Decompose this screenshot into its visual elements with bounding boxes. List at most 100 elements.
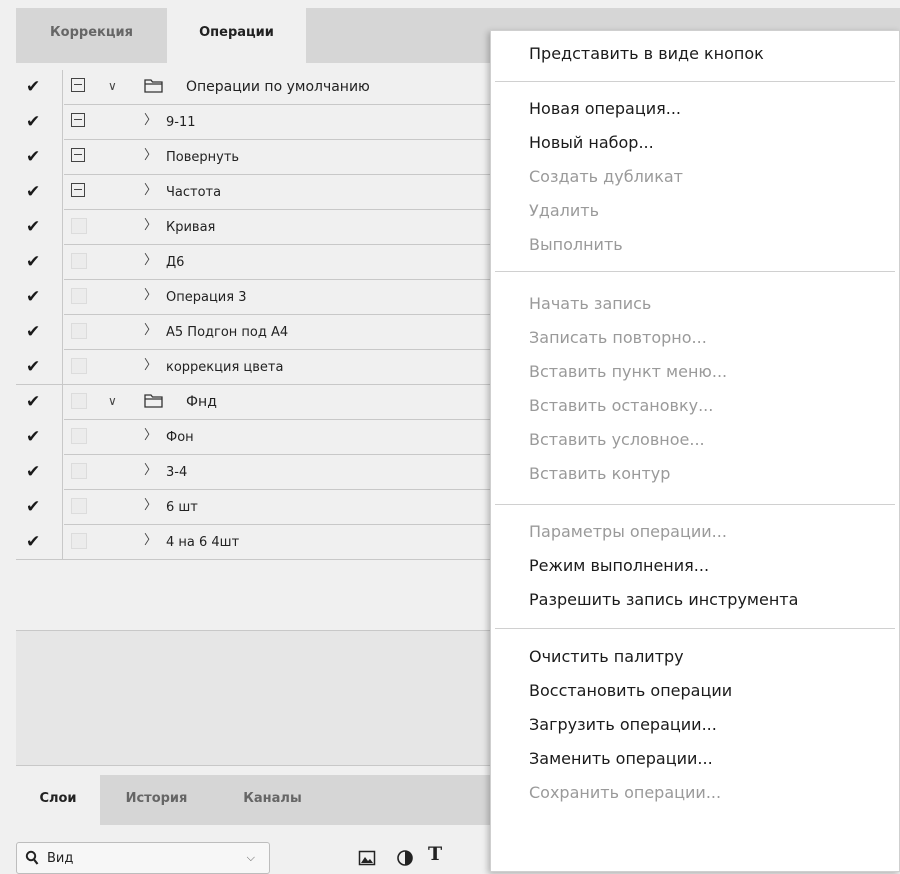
menu-item: Вставить пункт меню... bbox=[529, 362, 728, 381]
image-filter-icon[interactable] bbox=[358, 849, 376, 867]
actions-panel-menu: Представить в виде кнопок Новая операция.… bbox=[490, 30, 900, 872]
action-label: А5 Подгон под А4 bbox=[166, 325, 289, 340]
action-row[interactable]: ✔ 〉 9-11 bbox=[16, 105, 496, 140]
column-divider bbox=[62, 280, 63, 315]
adjustment-filter-icon[interactable] bbox=[396, 849, 414, 867]
action-row[interactable]: ✔ 〉 Операция 3 bbox=[16, 280, 496, 315]
chevron-down-icon[interactable]: ∨ bbox=[108, 391, 117, 411]
chevron-right-icon[interactable]: 〉 bbox=[144, 426, 157, 446]
tab-layers[interactable]: Слои bbox=[16, 775, 100, 825]
column-divider bbox=[62, 140, 63, 175]
toggle-check-icon[interactable]: ✔ bbox=[26, 287, 40, 307]
dialog-toggle-empty[interactable] bbox=[71, 288, 87, 304]
action-row[interactable]: ✔ 〉 Д6 bbox=[16, 245, 496, 280]
menu-item[interactable]: Загрузить операции... bbox=[529, 714, 717, 736]
toggle-check-icon[interactable]: ✔ bbox=[26, 497, 40, 517]
toggle-check-icon[interactable]: ✔ bbox=[26, 112, 40, 132]
action-row[interactable]: ✔ 〉 6 шт bbox=[16, 490, 496, 525]
action-row[interactable]: ✔ 〉 3-4 bbox=[16, 455, 496, 490]
column-divider bbox=[62, 350, 63, 385]
chevron-right-icon[interactable]: 〉 bbox=[144, 216, 157, 236]
action-row[interactable]: ✔ 〉 Частота bbox=[16, 175, 496, 210]
column-divider bbox=[62, 70, 63, 105]
action-row[interactable]: ✔ 〉 коррекция цвета bbox=[16, 350, 496, 385]
toggle-check-icon[interactable]: ✔ bbox=[26, 427, 40, 447]
action-label: Повернуть bbox=[166, 150, 240, 165]
column-divider bbox=[62, 315, 63, 350]
toggle-check-icon[interactable]: ✔ bbox=[26, 322, 40, 342]
toggle-check-icon[interactable]: ✔ bbox=[26, 147, 40, 167]
action-set-row[interactable]: ✔ ∨ Фнд bbox=[16, 385, 496, 420]
chevron-right-icon[interactable]: 〉 bbox=[144, 461, 157, 481]
tab-history[interactable]: История bbox=[100, 775, 213, 825]
menu-item: Сохранить операции... bbox=[529, 783, 722, 802]
action-set-row[interactable]: ✔ ∨ Операции по умолчанию bbox=[16, 70, 496, 105]
toggle-check-icon[interactable]: ✔ bbox=[26, 357, 40, 377]
chevron-down-icon[interactable]: ∨ bbox=[108, 76, 117, 96]
type-filter-icon[interactable]: T bbox=[428, 843, 446, 865]
row-divider bbox=[16, 559, 496, 560]
tab-channels[interactable]: Каналы bbox=[213, 775, 332, 825]
actions-bottom-area bbox=[16, 720, 496, 766]
toggle-check-icon[interactable]: ✔ bbox=[26, 182, 40, 202]
menu-item: Удалить bbox=[529, 201, 599, 220]
action-label: Частота bbox=[166, 185, 222, 200]
toggle-check-icon[interactable]: ✔ bbox=[26, 392, 40, 412]
action-row[interactable]: ✔ 〉 Фон bbox=[16, 420, 496, 455]
menu-separator bbox=[495, 628, 895, 629]
toggle-check-icon[interactable]: ✔ bbox=[26, 462, 40, 482]
menu-item[interactable]: Представить в виде кнопок bbox=[529, 43, 764, 65]
dialog-toggle-empty[interactable] bbox=[71, 463, 87, 479]
menu-item: Параметры операции... bbox=[529, 522, 727, 541]
folder-icon bbox=[144, 78, 163, 93]
menu-item[interactable]: Разрешить запись инструмента bbox=[529, 589, 798, 611]
tab-actions[interactable]: Операции bbox=[167, 8, 306, 63]
toggle-check-icon[interactable]: ✔ bbox=[26, 77, 40, 97]
dialog-toggle-icon[interactable] bbox=[71, 148, 85, 162]
menu-item: Начать запись bbox=[529, 294, 652, 313]
dialog-toggle-empty[interactable] bbox=[71, 358, 87, 374]
action-row[interactable]: ✔ 〉 4 на 6 4шт bbox=[16, 525, 496, 560]
menu-item: Выполнить bbox=[529, 235, 623, 254]
dialog-toggle-empty[interactable] bbox=[71, 428, 87, 444]
dialog-toggle-empty[interactable] bbox=[71, 323, 87, 339]
chevron-right-icon[interactable]: 〉 bbox=[144, 251, 157, 271]
dialog-toggle-icon[interactable] bbox=[71, 78, 85, 92]
dialog-toggle-empty[interactable] bbox=[71, 218, 87, 234]
toggle-check-icon[interactable]: ✔ bbox=[26, 217, 40, 237]
chevron-right-icon[interactable]: 〉 bbox=[144, 181, 157, 201]
action-row[interactable]: ✔ 〉 Повернуть bbox=[16, 140, 496, 175]
action-row[interactable]: ✔ 〉 А5 Подгон под А4 bbox=[16, 315, 496, 350]
menu-item[interactable]: Заменить операции... bbox=[529, 748, 713, 770]
layer-filter-dropdown[interactable]: Вид ⌵ bbox=[16, 842, 270, 874]
menu-item[interactable]: Режим выполнения... bbox=[529, 555, 709, 577]
toggle-check-icon[interactable]: ✔ bbox=[26, 532, 40, 552]
chevron-right-icon[interactable]: 〉 bbox=[144, 111, 157, 131]
menu-item[interactable]: Восстановить операции bbox=[529, 680, 732, 702]
dialog-toggle-empty[interactable] bbox=[71, 253, 87, 269]
chevron-right-icon[interactable]: 〉 bbox=[144, 531, 157, 551]
action-label: 4 на 6 4шт bbox=[166, 535, 240, 550]
dialog-toggle-icon[interactable] bbox=[71, 183, 85, 197]
chevron-right-icon[interactable]: 〉 bbox=[144, 356, 157, 376]
menu-item[interactable]: Очистить палитру bbox=[529, 646, 684, 668]
menu-item[interactable]: Новый набор... bbox=[529, 132, 654, 154]
column-divider bbox=[62, 210, 63, 245]
chevron-right-icon[interactable]: 〉 bbox=[144, 321, 157, 341]
dialog-toggle-icon[interactable] bbox=[71, 113, 85, 127]
column-divider bbox=[62, 490, 63, 525]
toggle-check-icon[interactable]: ✔ bbox=[26, 252, 40, 272]
dialog-toggle-empty[interactable] bbox=[71, 393, 87, 409]
chevron-right-icon[interactable]: 〉 bbox=[144, 496, 157, 516]
action-label: Кривая bbox=[166, 220, 216, 235]
dialog-toggle-empty[interactable] bbox=[71, 498, 87, 514]
tab-adjustments[interactable]: Коррекция bbox=[16, 8, 167, 63]
action-row[interactable]: ✔ 〉 Кривая bbox=[16, 210, 496, 245]
column-divider bbox=[62, 385, 63, 420]
action-label: 9-11 bbox=[166, 115, 196, 130]
chevron-right-icon[interactable]: 〉 bbox=[144, 286, 157, 306]
dialog-toggle-empty[interactable] bbox=[71, 533, 87, 549]
column-divider bbox=[62, 175, 63, 210]
menu-item[interactable]: Новая операция... bbox=[529, 98, 681, 120]
chevron-right-icon[interactable]: 〉 bbox=[144, 146, 157, 166]
